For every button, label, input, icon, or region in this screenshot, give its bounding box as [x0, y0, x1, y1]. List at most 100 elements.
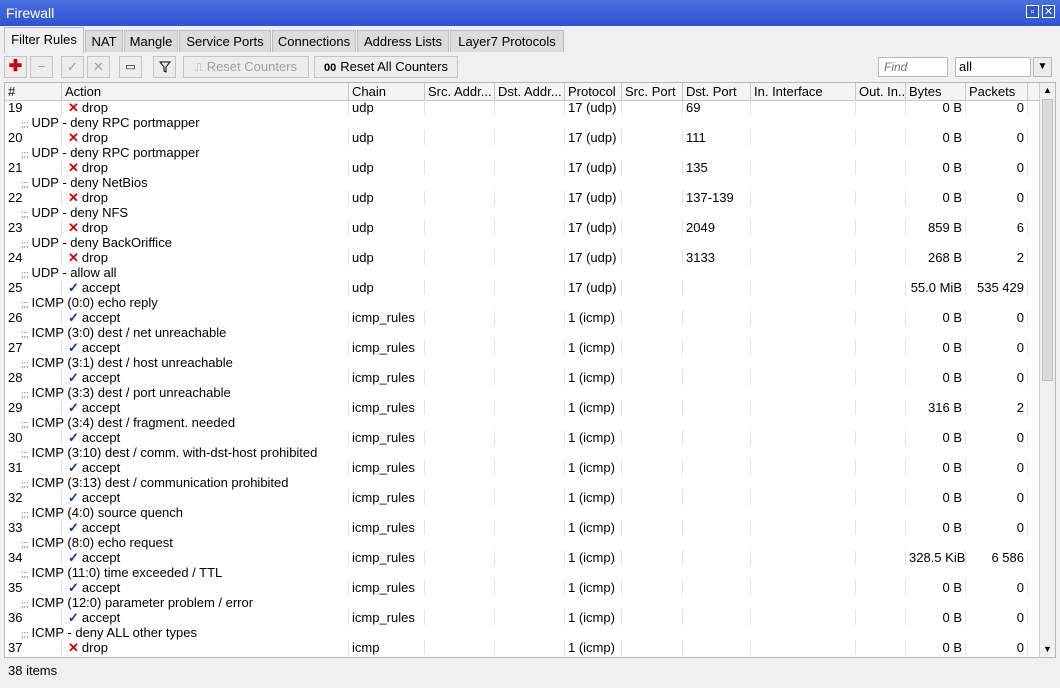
cell-dst-addr: [495, 370, 565, 385]
table-row[interactable]: 33 ✓ accept icmp_rules 1 (icmp) 0 B0: [5, 520, 1039, 535]
table-row[interactable]: 35 ✓ accept icmp_rules 1 (icmp) 0 B0: [5, 580, 1039, 595]
tab-service-ports[interactable]: Service Ports: [179, 30, 271, 52]
chevron-down-icon[interactable]: ▼: [1033, 57, 1052, 77]
cell-out-iface: [856, 100, 906, 115]
reset-counters-button[interactable]: ⎍ Reset Counters: [183, 56, 309, 78]
add-icon[interactable]: ✚: [4, 56, 27, 78]
action-label: accept: [81, 460, 121, 475]
col-header-src-addr[interactable]: Src. Addr...: [425, 83, 495, 100]
cell-dst-addr: [495, 280, 565, 295]
tab-nat[interactable]: NAT: [85, 30, 123, 52]
cell-in-iface: [751, 610, 856, 625]
table-row[interactable]: 24 ✕ drop udp 17 (udp) 3133 268 B2: [5, 250, 1039, 265]
col-header-chain[interactable]: Chain: [349, 83, 425, 100]
drop-icon: ✕: [68, 190, 79, 205]
scroll-up-icon[interactable]: ▲: [1043, 85, 1052, 95]
cell-src-addr: [425, 580, 495, 595]
rule-comment: ;;; UDP - deny NFS: [5, 205, 1039, 220]
comment-icon[interactable]: ▭: [119, 56, 142, 78]
comment-text: UDP - deny RPC portmapper: [31, 145, 200, 160]
tab-layer7-protocols[interactable]: Layer7 Protocols: [450, 30, 564, 52]
cell-out-iface: [856, 160, 906, 175]
tab-connections[interactable]: Connections: [272, 30, 356, 52]
cell-out-iface: [856, 280, 906, 295]
cell-dst-addr: [495, 250, 565, 265]
comment-text: ICMP (4:0) source quench: [31, 505, 184, 520]
cell-in-iface: [751, 460, 856, 475]
cell-in-iface: [751, 640, 856, 655]
table-row[interactable]: 32 ✓ accept icmp_rules 1 (icmp) 0 B0: [5, 490, 1039, 505]
table-row[interactable]: 34 ✓ accept icmp_rules 1 (icmp) 328.5 KiB 6 58…: [5, 550, 1039, 565]
cell-src-port: [622, 400, 683, 415]
cell-chain: udp: [349, 100, 425, 115]
cell-bytes: 0 B: [906, 490, 966, 505]
table-row[interactable]: 26 ✓ accept icmp_rules 1 (icmp) 0 B0: [5, 310, 1039, 325]
column-chooser-icon[interactable]: [1028, 83, 1039, 100]
col-header-bytes[interactable]: Bytes: [906, 83, 966, 100]
vertical-scrollbar[interactable]: ▲ ▼: [1039, 83, 1055, 657]
maximize-icon[interactable]: ▫: [1026, 5, 1039, 18]
col-header-packets[interactable]: Packets: [966, 83, 1028, 100]
remove-icon[interactable]: −: [30, 56, 53, 78]
col-header-protocol[interactable]: Protocol: [565, 83, 622, 100]
cell-bytes: 0 B: [906, 190, 966, 205]
rule-comment: ;;; ICMP (3:3) dest / port unreachable: [5, 385, 1039, 400]
table-row[interactable]: 27 ✓ accept icmp_rules 1 (icmp) 0 B0: [5, 340, 1039, 355]
cell-dst-port: [683, 400, 751, 415]
disable-icon[interactable]: ✕: [87, 56, 110, 78]
tab-address-lists[interactable]: Address Lists: [357, 30, 449, 52]
action-label: accept: [81, 430, 121, 445]
comment-marker: ;;;: [21, 599, 29, 609]
find-input[interactable]: [878, 57, 948, 77]
col-header-out-interface[interactable]: Out. In...: [856, 83, 906, 100]
rule-comment: ;;; ICMP (8:0) echo request: [5, 535, 1039, 550]
filter-icon[interactable]: [153, 56, 176, 78]
cell-dst-port: [683, 310, 751, 325]
cell-packets: 0: [966, 370, 1028, 385]
col-header-src-port[interactable]: Src. Port: [622, 83, 683, 100]
drop-icon: ✕: [68, 160, 79, 175]
col-header-action[interactable]: Action: [62, 83, 349, 100]
status-bar: 38 items: [4, 660, 1060, 684]
col-header-in-interface[interactable]: In. Interface: [751, 83, 856, 100]
tab-mangle[interactable]: Mangle: [124, 30, 178, 52]
table-row[interactable]: 30 ✓ accept icmp_rules 1 (icmp) 0 B0: [5, 430, 1039, 445]
table-row[interactable]: 25 ✓ accept udp 17 (udp) 55.0 MiB 535 429: [5, 280, 1039, 295]
scroll-down-icon[interactable]: ▼: [1043, 644, 1052, 654]
table-row[interactable]: 22 ✕ drop udp 17 (udp) 137-139 0 B0: [5, 190, 1039, 205]
cell-bytes: 0 B: [906, 130, 966, 145]
cell-src-port: [622, 550, 683, 565]
col-header-dst-port[interactable]: Dst. Port: [683, 83, 751, 100]
table-row[interactable]: 20 ✕ drop udp 17 (udp) 111 0 B0: [5, 130, 1039, 145]
cell-out-iface: [856, 550, 906, 565]
table-row[interactable]: 21 ✕ drop udp 17 (udp) 135 0 B0: [5, 160, 1039, 175]
cell-src-port: [622, 160, 683, 175]
table-row[interactable]: 37 ✕ drop icmp 1 (icmp) 0 B0: [5, 640, 1039, 655]
cell-src-addr: [425, 490, 495, 505]
table-row[interactable]: 23 ✕ drop udp 17 (udp) 2049 859 B6: [5, 220, 1039, 235]
enable-icon[interactable]: ✓: [61, 56, 84, 78]
cell-in-iface: [751, 400, 856, 415]
tab-bar: Filter Rules NAT Mangle Service Ports Co…: [0, 27, 1060, 53]
cell-chain: icmp_rules: [349, 580, 425, 595]
table-row[interactable]: 28 ✓ accept icmp_rules 1 (icmp) 0 B0: [5, 370, 1039, 385]
col-header-dst-addr[interactable]: Dst. Addr...: [495, 83, 565, 100]
drop-icon: ✕: [68, 130, 79, 145]
table-row[interactable]: 29 ✓ accept icmp_rules 1 (icmp) 316 B2: [5, 400, 1039, 415]
table-row[interactable]: 36 ✓ accept icmp_rules 1 (icmp) 0 B0: [5, 610, 1039, 625]
close-icon[interactable]: ✕: [1042, 5, 1055, 18]
cell-out-iface: [856, 460, 906, 475]
tab-filter-rules[interactable]: Filter Rules: [4, 27, 84, 53]
cell-protocol: 1 (icmp): [565, 580, 622, 595]
cell-src-addr: [425, 610, 495, 625]
cell-dst-port: [683, 280, 751, 295]
drop-icon: ✕: [68, 100, 79, 115]
col-header-num[interactable]: #: [5, 83, 62, 100]
cell-out-iface: [856, 490, 906, 505]
table-row[interactable]: 31 ✓ accept icmp_rules 1 (icmp) 0 B0: [5, 460, 1039, 475]
reset-all-counters-button[interactable]: 00 Reset All Counters: [314, 56, 458, 78]
scrollbar-thumb[interactable]: [1042, 99, 1053, 381]
cell-action: ✓ accept: [62, 610, 349, 625]
filter-select[interactable]: all: [955, 57, 1031, 77]
table-row[interactable]: 19 ✕ drop udp 17 (udp) 69 0 B0: [5, 100, 1039, 115]
